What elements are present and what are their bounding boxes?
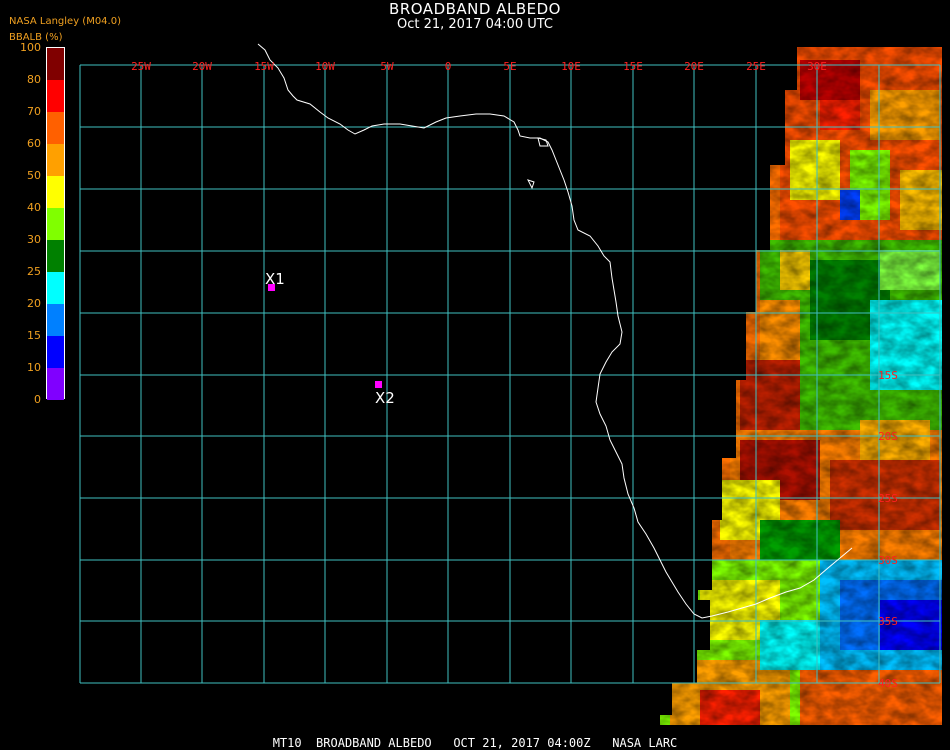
latitude-label: 40S (878, 677, 898, 690)
longitude-label: 10E (561, 60, 581, 73)
longitude-label: 10W (315, 60, 335, 73)
latitude-label: 30S (878, 554, 898, 567)
latitude-label: 15S (878, 369, 898, 382)
marker-x1: X1 (265, 270, 285, 291)
longitude-label: 15W (254, 60, 274, 73)
latitude-label: 35S (878, 615, 898, 628)
longitude-label: 20E (684, 60, 704, 73)
longitude-labels: 25W 20W 15W 10W 5W 0 5E 10E 15E 20E 25E 30E (131, 60, 827, 73)
longitude-label: 20W (192, 60, 212, 73)
latitude-label: 25S (878, 492, 898, 505)
longitude-label: 5W (380, 60, 394, 73)
albedo-field (660, 47, 942, 725)
longitude-label: 30E (807, 60, 827, 73)
longitude-label: 0 (445, 60, 452, 73)
coastline-detail (527, 179, 535, 190)
svg-text:X2: X2 (375, 389, 395, 407)
longitude-label: 25E (746, 60, 766, 73)
marker-x2: X2 (375, 381, 395, 407)
longitude-label: 25W (131, 60, 151, 73)
longitude-label: 15E (623, 60, 643, 73)
svg-text:X1: X1 (265, 270, 285, 288)
footer-caption: MT10 BROADBAND ALBEDO OCT 21, 2017 04:00… (272, 736, 678, 750)
albedo-map: 25W 20W 15W 10W 5W 0 5E 10E 15E 20E 25E 30E 15S 20S 2… (79, 43, 942, 725)
latitude-label: 20S (878, 430, 898, 443)
longitude-label: 5E (503, 60, 516, 73)
coastline-detail (537, 137, 549, 147)
